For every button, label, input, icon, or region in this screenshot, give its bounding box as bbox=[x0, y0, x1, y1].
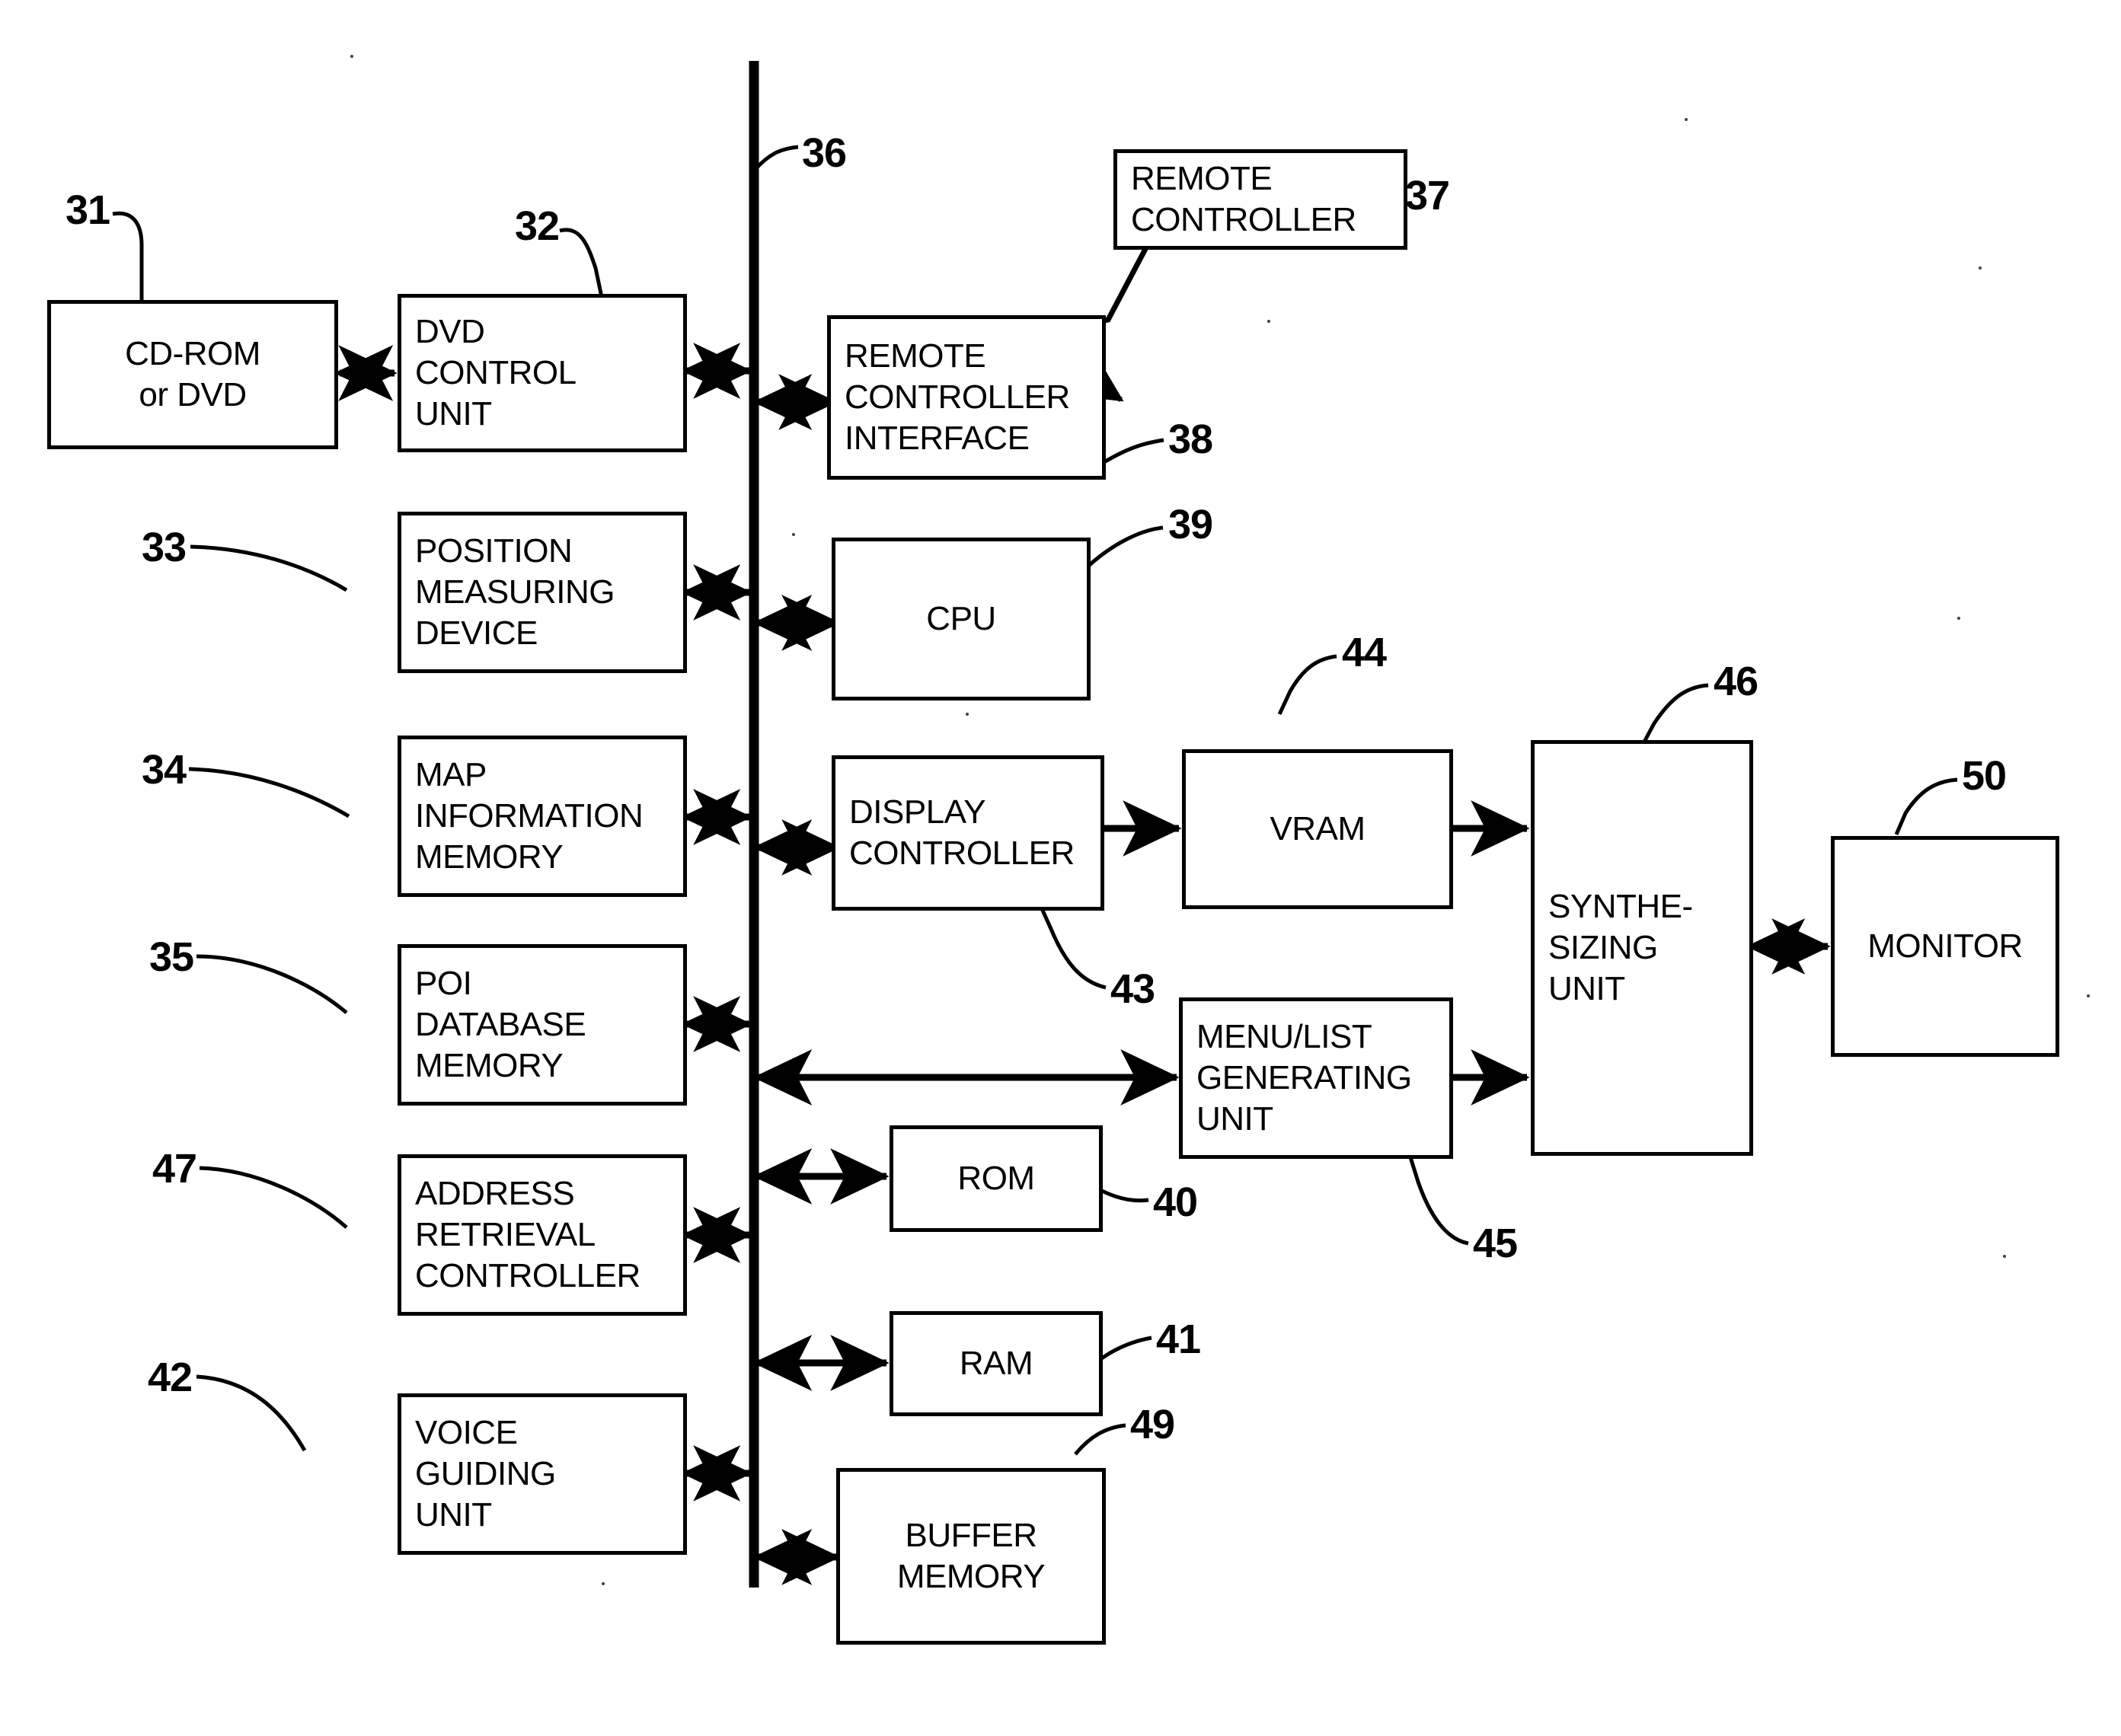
block-voice-guiding-unit: VOICE GUIDING UNIT bbox=[398, 1393, 687, 1555]
block-label-line: RAM bbox=[959, 1345, 1033, 1383]
ref-numeral-31: 31 bbox=[65, 187, 110, 233]
block-label-line: or DVD bbox=[139, 376, 247, 413]
block-label-line: VOICE bbox=[415, 1414, 518, 1452]
ref-numeral-35: 35 bbox=[149, 934, 194, 980]
block-label-line: VRAM bbox=[1270, 810, 1366, 848]
block-vram: VRAM bbox=[1182, 749, 1453, 909]
scan-speck bbox=[1979, 266, 1982, 270]
block-synthesizing-unit: SYNTHE- SIZING UNIT bbox=[1531, 740, 1753, 1156]
ref-numeral-33: 33 bbox=[142, 525, 187, 570]
scan-speck bbox=[1685, 118, 1688, 121]
block-monitor: MONITOR bbox=[1831, 836, 2059, 1057]
figure-canvas: CD-ROM or DVD DVD CONTROL UNIT POSITION … bbox=[0, 0, 2121, 1736]
block-label-line: UNIT bbox=[415, 394, 492, 432]
ref-numeral-34: 34 bbox=[142, 747, 187, 793]
ref-numeral-50: 50 bbox=[1962, 753, 2007, 799]
block-label-line: CONTROLLER bbox=[849, 834, 1075, 872]
scan-speck bbox=[792, 533, 795, 536]
scan-speck bbox=[602, 1582, 605, 1585]
block-label-line: UNIT bbox=[1548, 969, 1625, 1007]
block-label-line: GENERATING bbox=[1196, 1059, 1412, 1097]
block-label-line: REMOTE bbox=[1131, 160, 1273, 198]
ref-numeral-32: 32 bbox=[515, 203, 560, 249]
block-label-line: POSITION bbox=[415, 532, 573, 570]
block-remote-controller: REMOTE CONTROLLER bbox=[1113, 149, 1407, 250]
ref-numeral-38: 38 bbox=[1168, 416, 1213, 462]
ref-numeral-49: 49 bbox=[1130, 1402, 1175, 1447]
ref-numeral-41: 41 bbox=[1156, 1316, 1201, 1362]
block-label-line: DEVICE bbox=[415, 614, 538, 652]
block-label-line: UNIT bbox=[415, 1495, 492, 1533]
block-label-line: POI bbox=[415, 965, 472, 1003]
scan-speck bbox=[2087, 994, 2090, 997]
block-label-line: SIZING bbox=[1548, 929, 1658, 967]
block-label-line: CONTROLLER bbox=[415, 1256, 640, 1294]
block-label-line: MEMORY bbox=[415, 1046, 564, 1084]
scan-speck bbox=[966, 713, 969, 716]
block-label-line: MENU/LIST bbox=[1196, 1018, 1372, 1056]
block-poi-database-memory: POI DATABASE MEMORY bbox=[398, 944, 687, 1106]
block-label-line: DVD bbox=[415, 313, 485, 351]
scan-speck bbox=[1957, 617, 1960, 620]
block-menu-list-generating-unit: MENU/LIST GENERATING UNIT bbox=[1179, 997, 1453, 1159]
block-label-line: ROM bbox=[957, 1160, 1035, 1198]
block-address-retrieval-controller: ADDRESS RETRIEVAL CONTROLLER bbox=[398, 1154, 687, 1316]
block-label-line: INFORMATION bbox=[415, 797, 644, 835]
block-rom: ROM bbox=[890, 1125, 1103, 1232]
ref-numeral-37: 37 bbox=[1405, 173, 1450, 219]
block-label-line: SYNTHE- bbox=[1548, 888, 1693, 926]
block-dvd-control-unit: DVD CONTROL UNIT bbox=[398, 294, 687, 452]
block-buffer-memory: BUFFER MEMORY bbox=[836, 1468, 1106, 1645]
scan-speck bbox=[1267, 320, 1270, 323]
scan-speck bbox=[2003, 1255, 2006, 1258]
ref-numeral-47: 47 bbox=[152, 1146, 197, 1192]
block-ram: RAM bbox=[890, 1311, 1103, 1416]
block-label-line: MEMORY bbox=[415, 838, 564, 876]
block-label-line: GUIDING bbox=[415, 1455, 556, 1493]
system-bus-36 bbox=[749, 61, 799, 1588]
block-position-measuring-device: POSITION MEASURING DEVICE bbox=[398, 512, 687, 673]
block-label-line: INTERFACE bbox=[845, 419, 1030, 457]
block-label-line: MONITOR bbox=[1867, 927, 2023, 965]
ref-numeral-46: 46 bbox=[1714, 659, 1758, 704]
block-label-line: DATABASE bbox=[415, 1006, 586, 1044]
ref-numeral-40: 40 bbox=[1153, 1179, 1198, 1225]
block-cd-rom-or-dvd: CD-ROM or DVD bbox=[47, 300, 338, 449]
block-cpu: CPU bbox=[832, 538, 1091, 700]
block-label-line: DISPLAY bbox=[849, 793, 986, 831]
ref-numeral-44: 44 bbox=[1342, 630, 1387, 675]
block-label-line: CD-ROM bbox=[125, 335, 260, 373]
block-label-line: CONTROL bbox=[415, 354, 577, 392]
block-label-line: BUFFER bbox=[905, 1517, 1038, 1555]
block-label-line: MEASURING bbox=[415, 573, 615, 611]
block-label-line: MAP bbox=[415, 756, 487, 794]
block-label-line: CONTROLLER bbox=[845, 378, 1070, 416]
block-label-line: CONTROLLER bbox=[1131, 201, 1356, 238]
block-label-line: RETRIEVAL bbox=[415, 1216, 596, 1254]
block-display-controller: DISPLAY CONTROLLER bbox=[832, 755, 1104, 911]
block-remote-controller-interface: REMOTE CONTROLLER INTERFACE bbox=[827, 315, 1106, 480]
block-label-line: MEMORY bbox=[896, 1558, 1046, 1595]
block-label-line: ADDRESS bbox=[415, 1175, 575, 1213]
block-map-information-memory: MAP INFORMATION MEMORY bbox=[398, 736, 687, 897]
ref-numeral-39: 39 bbox=[1168, 502, 1213, 547]
ref-numeral-45: 45 bbox=[1473, 1221, 1518, 1266]
block-label-line: UNIT bbox=[1196, 1099, 1273, 1138]
block-label-line: CPU bbox=[926, 600, 996, 638]
ref-numeral-42: 42 bbox=[148, 1355, 193, 1400]
ref-numeral-43: 43 bbox=[1110, 966, 1155, 1012]
ref-numeral-36: 36 bbox=[802, 130, 847, 176]
scan-speck bbox=[350, 55, 353, 58]
block-label-line: REMOTE bbox=[845, 337, 986, 375]
